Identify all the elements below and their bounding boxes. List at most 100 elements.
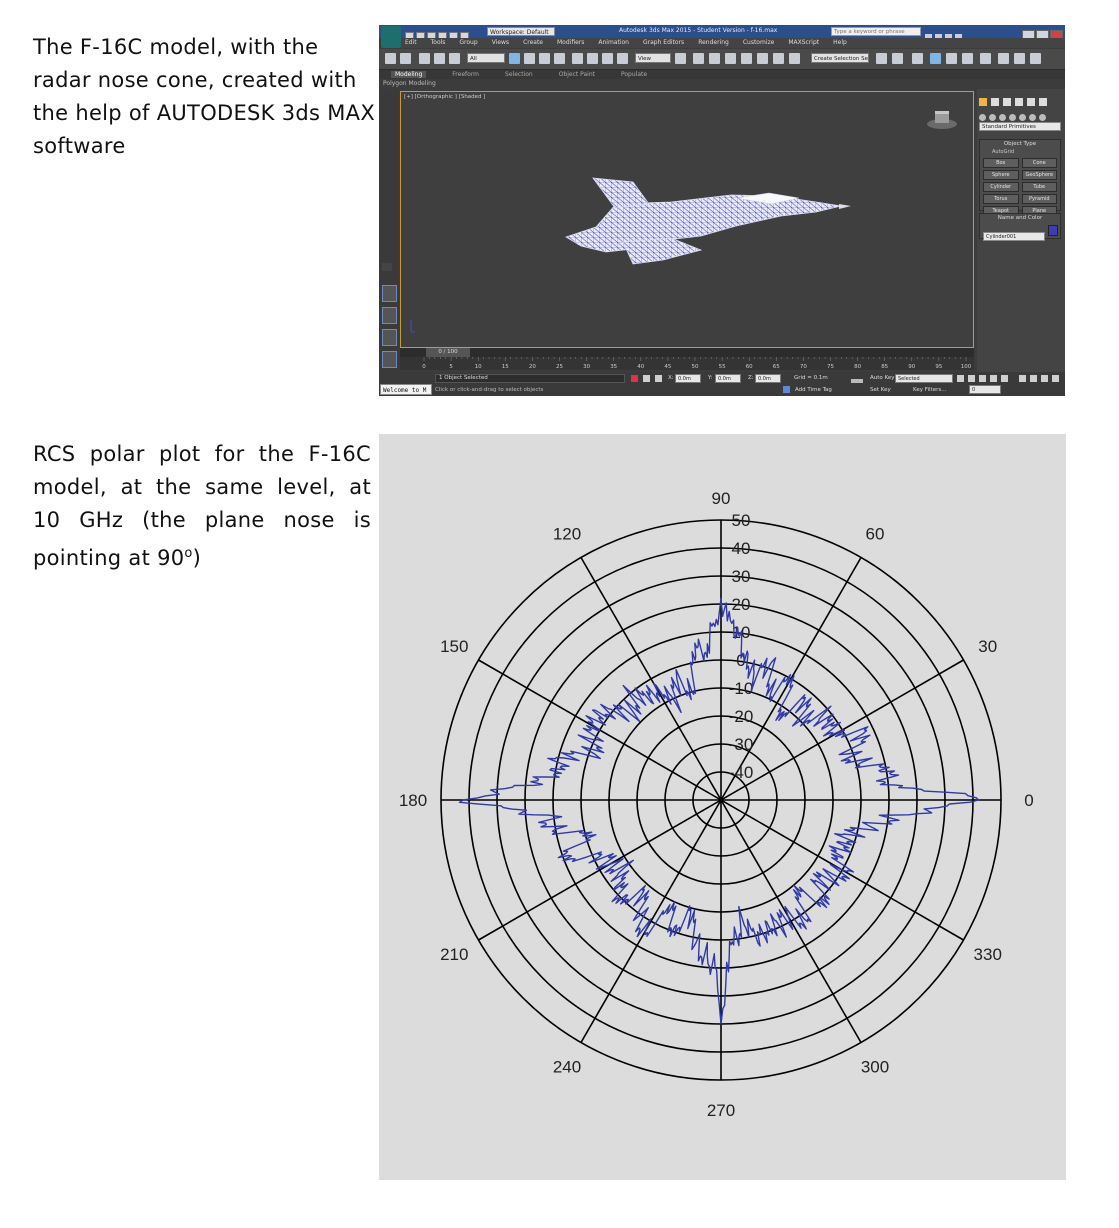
menu-customize[interactable]: Customize	[743, 39, 775, 46]
rotate-icon[interactable]	[587, 53, 598, 64]
angle-snap-icon[interactable]	[741, 53, 752, 64]
modify-tab-icon[interactable]	[991, 98, 999, 106]
edit-named-selection-icon[interactable]	[789, 53, 800, 64]
layout-tab-1[interactable]	[382, 285, 397, 302]
time-tag-icon[interactable]	[783, 386, 790, 393]
next-frame-icon[interactable]	[990, 375, 997, 382]
keyboard-shortcut-icon[interactable]	[709, 53, 720, 64]
object-color-swatch[interactable]	[1048, 225, 1058, 236]
sphere-button[interactable]: Sphere	[983, 170, 1019, 180]
layout-tab-3[interactable]	[382, 329, 397, 346]
maximize-viewport-icon[interactable]	[1052, 375, 1059, 382]
rollout-title[interactable]: Name and Color	[980, 214, 1060, 223]
rendered-frame-window-icon[interactable]	[1014, 53, 1025, 64]
ribbon-tab-freeform[interactable]: Freeform	[452, 71, 479, 78]
absolute-mode-icon[interactable]	[655, 375, 662, 382]
cameras-icon[interactable]	[1009, 114, 1016, 121]
menu-views[interactable]: Views	[492, 39, 509, 46]
render-setup-icon[interactable]	[998, 53, 1009, 64]
hierarchy-tab-icon[interactable]	[1003, 98, 1011, 106]
maxscript-listener-input[interactable]: Welcome to M	[380, 384, 432, 395]
play-icon[interactable]	[979, 375, 986, 382]
schematic-view-icon[interactable]	[962, 53, 973, 64]
material-editor-icon[interactable]	[980, 53, 991, 64]
align-icon[interactable]	[892, 53, 903, 64]
go-to-start-icon[interactable]	[957, 375, 964, 382]
menu-rendering[interactable]: Rendering	[698, 39, 729, 46]
ribbon-tab-modeling[interactable]: Modeling	[391, 71, 427, 78]
orthographic-viewport[interactable]: [+] [Orthographic ] [Shaded ]	[400, 91, 974, 348]
menu-help[interactable]: Help	[833, 39, 847, 46]
ribbon-tab-populate[interactable]: Populate	[621, 71, 647, 78]
app-logo-icon[interactable]	[381, 26, 401, 48]
curve-editor-icon[interactable]	[946, 53, 957, 64]
select-manipulate-icon[interactable]	[693, 53, 704, 64]
lights-icon[interactable]	[999, 114, 1006, 121]
layout-tab-4[interactable]	[382, 351, 397, 368]
key-filters-button[interactable]: Key Filters...	[913, 387, 946, 393]
geosphere-button[interactable]: GeoSphere	[1021, 170, 1057, 180]
ribbon-tab-object-paint[interactable]: Object Paint	[559, 71, 595, 78]
menu-maxscript[interactable]: MAXScript	[788, 39, 819, 46]
previous-frame-icon[interactable]	[968, 375, 975, 382]
isolate-icon[interactable]	[631, 375, 638, 382]
layout-tab-2[interactable]	[382, 307, 397, 324]
menu-graph-editors[interactable]: Graph Editors	[643, 39, 684, 46]
key-mode-dropdown[interactable]: Selected	[895, 374, 953, 383]
expand-arrow-icon[interactable]	[382, 263, 392, 271]
bind-space-warp-icon[interactable]	[449, 53, 460, 64]
cylinder-button[interactable]: Cylinder	[983, 182, 1019, 192]
unlink-icon[interactable]	[434, 53, 445, 64]
place-icon[interactable]	[617, 53, 628, 64]
track-bar[interactable]: 0 5 10 15 20 25 30 35 40 45 50 55 60 65 70 75 80 85 90 95 10…	[400, 357, 974, 370]
shapes-icon[interactable]	[989, 114, 996, 121]
percent-snap-icon[interactable]	[757, 53, 768, 64]
helpers-icon[interactable]	[1019, 114, 1026, 121]
menu-tools[interactable]: Tools	[431, 39, 446, 46]
display-tab-icon[interactable]	[1027, 98, 1035, 106]
viewcube-icon[interactable]	[927, 111, 957, 129]
menu-modifiers[interactable]: Modifiers	[557, 39, 584, 46]
add-time-tag-button[interactable]: Add Time Tag	[795, 387, 832, 393]
mirror-icon[interactable]	[876, 53, 887, 64]
spinner-snap-icon[interactable]	[773, 53, 784, 64]
selection-filter-dropdown[interactable]: All	[467, 53, 505, 63]
auto-key-button[interactable]: Auto Key	[870, 375, 895, 381]
autogrid-checkbox[interactable]: AutoGrid	[980, 149, 1060, 156]
pyramid-button[interactable]: Pyramid	[1021, 194, 1057, 204]
current-frame-field[interactable]: 0	[969, 385, 1001, 394]
time-slider[interactable]: 0 / 100	[400, 348, 974, 357]
zoom-extents-icon[interactable]	[1041, 375, 1048, 382]
set-key-button[interactable]: Set Key	[870, 387, 891, 393]
redo-icon[interactable]	[400, 53, 411, 64]
menu-edit[interactable]: Edit	[405, 39, 417, 46]
select-by-name-icon[interactable]	[524, 53, 535, 64]
select-object-icon[interactable]	[509, 53, 520, 64]
search-input[interactable]: Type a keyword or phrase	[831, 27, 921, 36]
undo-icon[interactable]	[385, 53, 396, 64]
pivot-center-icon[interactable]	[675, 53, 686, 64]
primitive-category-dropdown[interactable]: Standard Primitives	[979, 122, 1061, 131]
utilities-tab-icon[interactable]	[1039, 98, 1047, 106]
menu-create[interactable]: Create	[523, 39, 543, 46]
layer-manager-icon[interactable]	[912, 53, 923, 64]
rollout-title[interactable]: Object Type	[980, 140, 1060, 149]
snaps-toggle-icon[interactable]	[725, 53, 736, 64]
link-icon[interactable]	[419, 53, 430, 64]
lock-icon[interactable]	[643, 375, 650, 382]
tube-button[interactable]: Tube	[1021, 182, 1057, 192]
object-name-field[interactable]: Cylinder001	[983, 232, 1045, 241]
motion-tab-icon[interactable]	[1015, 98, 1023, 106]
x-coordinate-field[interactable]: 0.0m	[675, 374, 701, 383]
geometry-icon[interactable]	[979, 114, 986, 121]
render-production-icon[interactable]	[1030, 53, 1041, 64]
z-coordinate-field[interactable]: 0.0m	[755, 374, 781, 383]
workspace-dropdown[interactable]: Workspace: Default	[487, 27, 555, 36]
space-warps-icon[interactable]	[1029, 114, 1036, 121]
create-tab-icon[interactable]	[979, 98, 987, 106]
ribbon-tab-selection[interactable]: Selection	[505, 71, 533, 78]
key-icon[interactable]	[851, 379, 863, 383]
move-icon[interactable]	[572, 53, 583, 64]
named-selection-dropdown[interactable]: Create Selection Se	[811, 53, 869, 63]
selection-region-icon[interactable]	[539, 53, 550, 64]
